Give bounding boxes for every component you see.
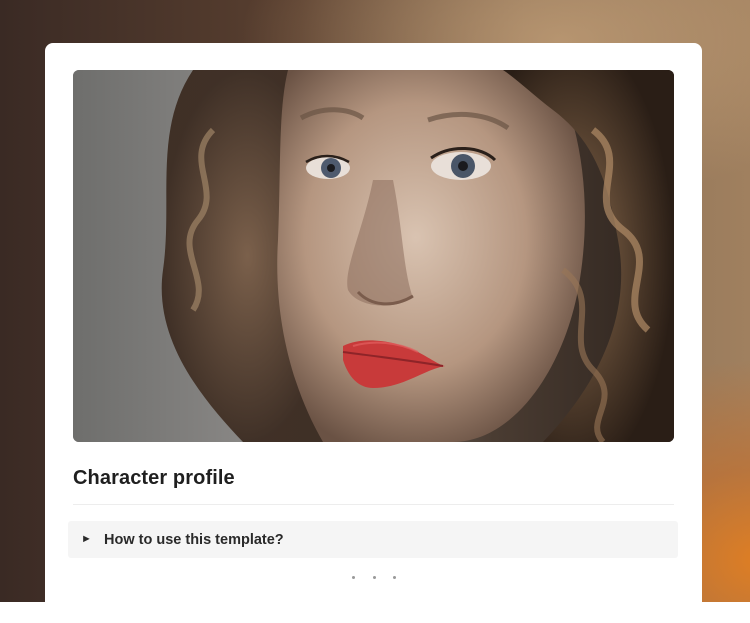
dot <box>352 575 355 579</box>
more-dots-icon[interactable] <box>352 569 396 585</box>
divider <box>73 504 674 505</box>
page-title[interactable]: Character profile <box>73 467 235 490</box>
dot <box>393 575 396 579</box>
cover-image[interactable] <box>73 70 674 442</box>
page-card: Character profile ► How to use this temp… <box>45 43 702 623</box>
toggle-block-how-to-use[interactable]: ► How to use this template? <box>68 521 678 558</box>
portrait-illustration <box>73 70 674 442</box>
toggle-arrow-icon[interactable]: ► <box>81 534 95 545</box>
toggle-label: How to use this template? <box>104 531 284 548</box>
dot <box>372 575 376 579</box>
